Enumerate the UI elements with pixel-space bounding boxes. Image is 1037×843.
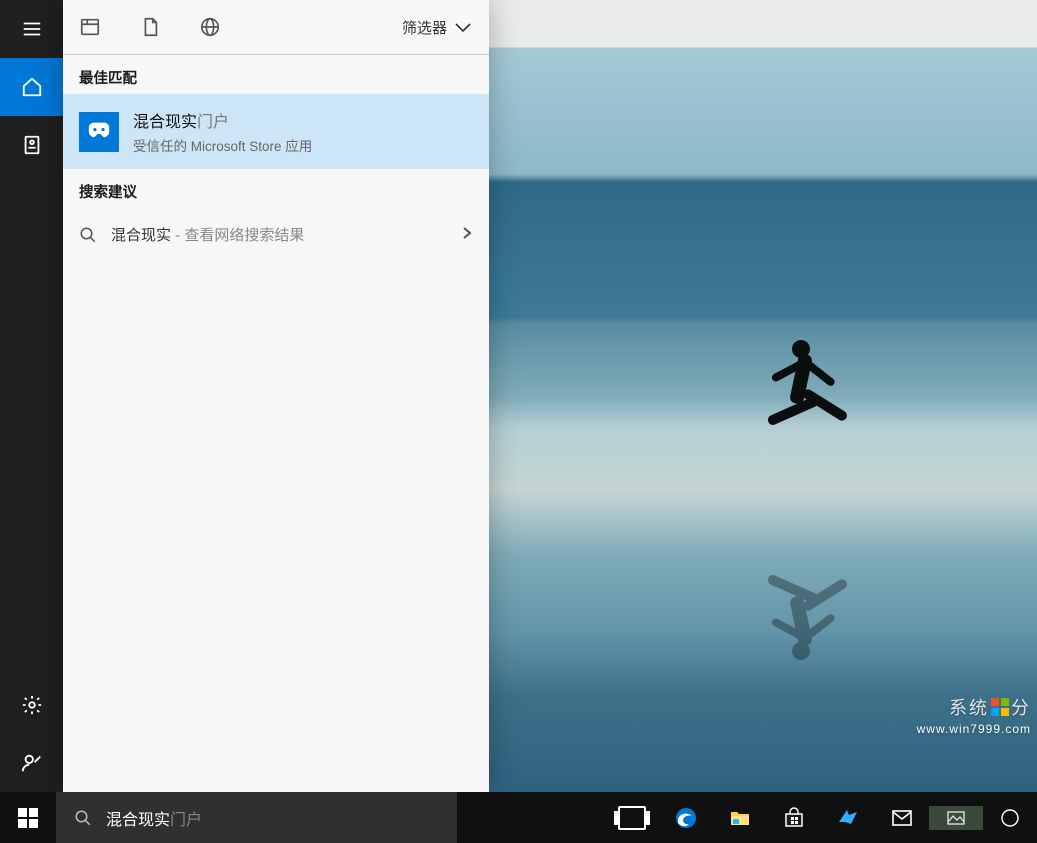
web-search-suggestion[interactable]: 混合现实 - 查看网络搜索结果 [63,208,489,261]
bird-icon [836,806,860,830]
app-blue-button[interactable] [821,806,875,830]
start-button[interactable] [0,792,56,843]
best-match-title: 混合现实门户 [133,108,312,132]
mail-app-button[interactable] [875,806,929,830]
suggestion-text: 混合现实 - 查看网络搜索结果 [111,224,304,245]
chevron-down-icon [453,20,473,34]
hamburger-menu-button[interactable] [0,0,63,58]
app-partial-button[interactable] [983,806,1037,830]
photo-icon [944,806,968,830]
mail-icon [890,806,914,830]
best-match-label: 最佳匹配 [63,55,489,94]
app-grey-button[interactable] [929,806,983,830]
watermark-main: 系统分 [949,698,1031,718]
watermark-text: 系统分 www.win7999.com [917,694,1031,736]
documents-scope-icon[interactable] [139,16,161,38]
task-view-button[interactable] [605,806,659,830]
search-suggestions-label: 搜索建议 [63,169,489,208]
store-icon [782,806,806,830]
mixed-reality-app-icon [79,112,119,152]
best-match-result[interactable]: 混合现实门户 受信任的 Microsoft Store 应用 [63,94,489,169]
store-app-button[interactable] [767,806,821,830]
panel-header: 筛选器 [63,0,489,55]
watermark-sub: www.win7999.com [917,722,1031,736]
file-explorer-button[interactable] [713,806,767,830]
filter-label: 筛选器 [402,17,447,38]
chevron-right-icon [461,226,473,244]
generic-app-icon [998,806,1022,830]
search-results-panel: 筛选器 最佳匹配 混合现实门户 受信任的 Microsoft Store 应用 … [63,0,489,792]
feedback-button[interactable] [0,734,63,792]
apps-scope-icon[interactable] [79,16,101,38]
microsoft-logo-icon [991,698,1009,716]
best-match-subtitle: 受信任的 Microsoft Store 应用 [133,135,312,155]
search-icon [74,809,92,827]
home-button[interactable] [0,58,63,116]
web-scope-icon[interactable] [199,16,221,38]
search-icon [79,226,97,244]
edge-icon [674,806,698,830]
task-view-icon [618,806,646,830]
search-typed-text: 混合现实门户 [106,806,202,830]
folder-icon [728,806,752,830]
edge-app-button[interactable] [659,806,713,830]
cortana-rail [0,0,63,792]
taskbar-search-box[interactable]: 混合现实门户 [56,792,457,843]
notebook-button[interactable] [0,116,63,174]
filter-dropdown[interactable]: 筛选器 [402,17,473,38]
taskbar: 混合现实门户 [0,792,1037,843]
settings-button[interactable] [0,676,63,734]
